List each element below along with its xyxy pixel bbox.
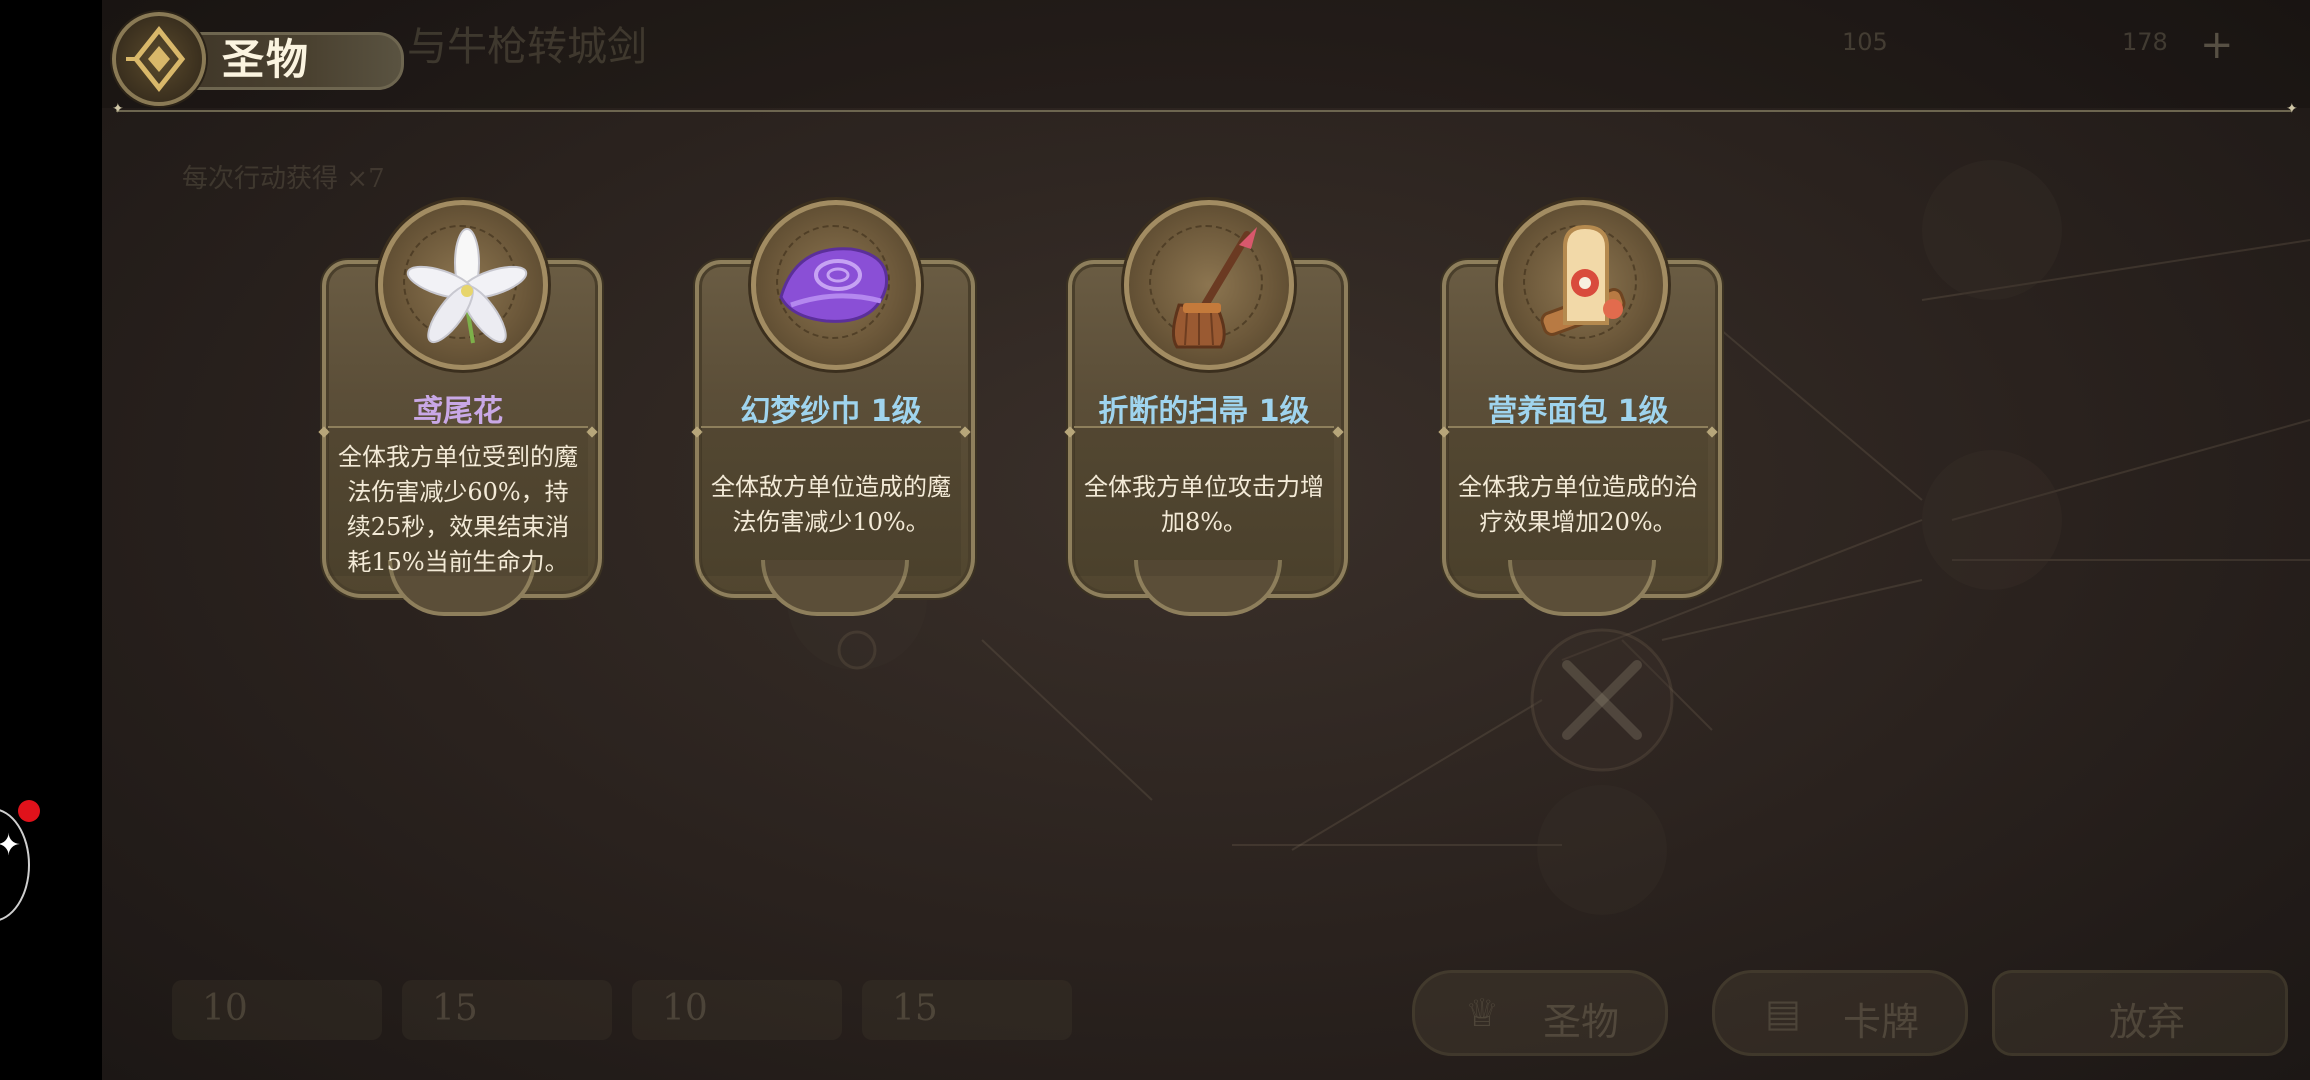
cost-chip-3: 10 <box>632 980 842 1040</box>
description-frame[interactable]: 全体我方单位攻击力增加8%。 <box>1074 426 1334 576</box>
relic-description: 全体敌方单位造成的魔法伤害减少10%。 <box>711 473 951 536</box>
broken-broom-icon <box>1172 227 1257 349</box>
action-hint-text: 每次行动获得 <box>182 164 339 194</box>
relic-title-badge: 圣物 <box>112 12 412 108</box>
relic-description: 全体我方单位受到的魔法伤害减少60%，持续25秒，效果结束消耗15%当前生命力。 <box>338 443 578 576</box>
bread-icon <box>1540 224 1626 336</box>
cost-chip-4: 15 <box>862 980 1072 1040</box>
relic-name: 营养面包 1级 <box>1487 394 1669 429</box>
cost-chip-2: 15 <box>402 980 612 1040</box>
description-frame[interactable]: 全体我方单位造成的治疗效果增加20%。 <box>1448 426 1708 576</box>
abandon-button[interactable]: 放弃 <box>1992 970 2288 1056</box>
relic-emblem-icon <box>112 12 206 106</box>
relic-name: 鸢尾花 <box>413 394 503 429</box>
abandon-button-label: 放弃 <box>2108 1000 2185 1044</box>
cards-icon: ▤ <box>1765 991 1801 1035</box>
relic-card-nutrition-bread[interactable]: 营养面包 1级 全体我方单位造成的治疗效果增加20%。 <box>1438 200 1722 650</box>
card-medal <box>378 200 548 370</box>
left-black-bar: ✦ <box>0 0 102 1080</box>
resource-counter-1: 105 <box>1842 28 1888 56</box>
page-title: 圣物 <box>222 35 311 84</box>
relic-name: 幻梦纱巾 1级 <box>740 394 922 429</box>
card-medal <box>1498 200 1668 370</box>
cost-chip-1: 10 <box>172 980 382 1040</box>
faded-stage-title: 与牛枪转城剑 <box>407 24 647 70</box>
relic-description: 全体我方单位攻击力增加8%。 <box>1084 473 1324 536</box>
card-medal <box>751 200 921 370</box>
card-medal <box>1124 200 1294 370</box>
game-stage: 与牛枪转城剑 105 178 + 每次行动获得 ×7 ✦ ✦ 圣物 鸢尾花 全体… <box>102 0 2310 1080</box>
floating-assistant-ring[interactable] <box>0 808 30 922</box>
resource-counter-2: 178 <box>2122 28 2168 56</box>
relic-card-broken-broom[interactable]: 折断的扫帚 1级 全体我方单位攻击力增加8%。 <box>1064 200 1348 650</box>
relic-name: 折断的扫帚 1级 <box>1098 394 1310 429</box>
card-button[interactable]: ▤ 卡牌 <box>1712 970 1968 1056</box>
sparkle-icon[interactable]: ✦ <box>0 828 21 863</box>
cost-value: 15 <box>892 988 938 1029</box>
relic-button[interactable]: ♕ 圣物 <box>1412 970 1668 1056</box>
cost-value: 10 <box>202 988 248 1029</box>
cost-value: 15 <box>432 988 478 1029</box>
plus-icon[interactable]: + <box>2200 22 2234 68</box>
notification-dot <box>18 800 40 822</box>
description-frame[interactable]: 全体敌方单位造成的魔法伤害减少10%。 <box>701 426 961 576</box>
cost-value: 10 <box>662 988 708 1029</box>
card-button-label: 卡牌 <box>1842 1000 1919 1044</box>
purple-scarf-icon <box>779 247 889 323</box>
relic-button-label: 圣物 <box>1542 1000 1619 1044</box>
relic-card-dream-scarf[interactable]: 幻梦纱巾 1级 全体敌方单位造成的魔法伤害减少10%。 <box>691 200 975 650</box>
action-hint-count: ×7 <box>346 164 385 194</box>
action-hint: 每次行动获得 ×7 <box>182 158 385 195</box>
trophy-icon: ♕ <box>1465 991 1500 1035</box>
header-divider <box>116 110 2292 112</box>
description-frame[interactable]: 全体我方单位受到的魔法伤害减少60%，持续25秒，效果结束消耗15%当前生命力。 <box>328 426 588 576</box>
relic-card-iris[interactable]: 鸢尾花 全体我方单位受到的魔法伤害减少60%，持续25秒，效果结束消耗15%当前… <box>318 200 602 650</box>
white-lily-icon <box>406 228 528 344</box>
relic-description: 全体我方单位造成的治疗效果增加20%。 <box>1458 473 1698 536</box>
divider-star-right-icon: ✦ <box>2286 101 2298 117</box>
